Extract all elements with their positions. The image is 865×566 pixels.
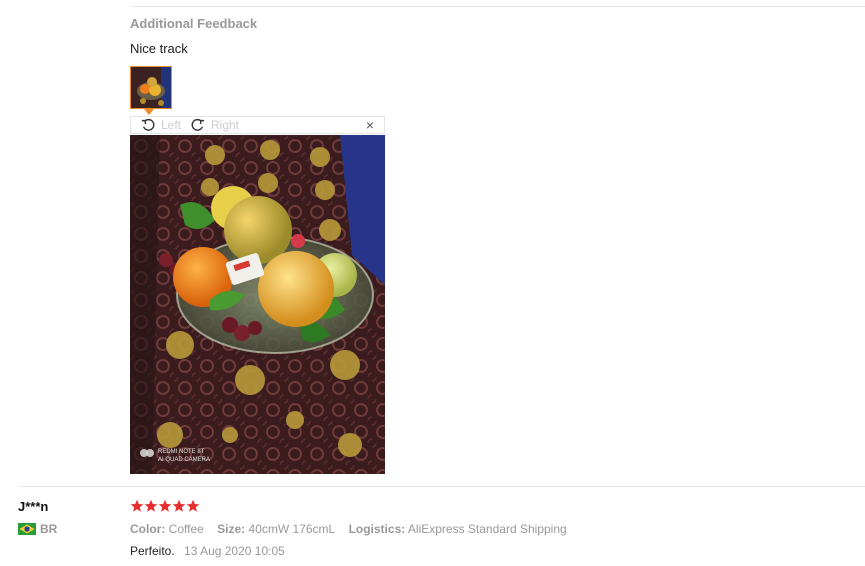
close-viewer-button[interactable]: ×	[366, 117, 374, 133]
top-divider	[130, 6, 865, 7]
logistics-value: AliExpress Standard Shipping	[407, 522, 567, 536]
review-date: 13 Aug 2020 10:05	[184, 544, 285, 558]
color-label: Color:	[130, 522, 166, 536]
star-icon	[130, 499, 144, 512]
rotate-right-label: Right	[211, 118, 240, 132]
reviewer-country: BR	[18, 522, 57, 536]
thumbnail-selected-caret	[144, 109, 154, 115]
review-text: Perfeito.	[130, 544, 175, 558]
star-icon	[186, 499, 200, 512]
review-divider	[18, 486, 865, 487]
review-photo: REDMI NOTE 8T AI QUAD CAMERA	[130, 135, 385, 474]
rotate-left-icon	[141, 118, 155, 131]
order-details: Color: Coffee Size: 40cmW 176cmL Logisti…	[130, 522, 567, 536]
image-viewer-toolbar: Left Right ×	[130, 116, 385, 134]
additional-feedback-heading: Additional Feedback	[130, 16, 258, 31]
star-icon	[144, 499, 158, 512]
photo-watermark-line1: REDMI NOTE 8T	[158, 449, 205, 455]
color-value: Coffee	[168, 522, 204, 536]
star-icon	[172, 499, 186, 512]
review-body: Perfeito. 13 Aug 2020 10:05	[130, 544, 285, 558]
rotate-right-button[interactable]: Right	[191, 118, 239, 132]
photo-watermark-line2: AI QUAD CAMERA	[158, 457, 210, 463]
size-value: 40cmW 176cmL	[248, 522, 336, 536]
star-rating	[130, 499, 200, 513]
additional-feedback-text: Nice track	[130, 41, 188, 56]
size-label: Size:	[217, 522, 246, 536]
star-icon	[158, 499, 172, 512]
rotate-right-icon	[191, 118, 205, 131]
logistics-label: Logistics:	[348, 522, 406, 536]
brazil-flag-icon	[18, 523, 36, 535]
reviewer-name: J***n	[18, 499, 49, 514]
country-code: BR	[40, 522, 58, 536]
rotate-left-button[interactable]: Left	[141, 118, 181, 132]
rotate-left-label: Left	[161, 118, 182, 132]
photo-thumbnail[interactable]	[130, 66, 172, 109]
